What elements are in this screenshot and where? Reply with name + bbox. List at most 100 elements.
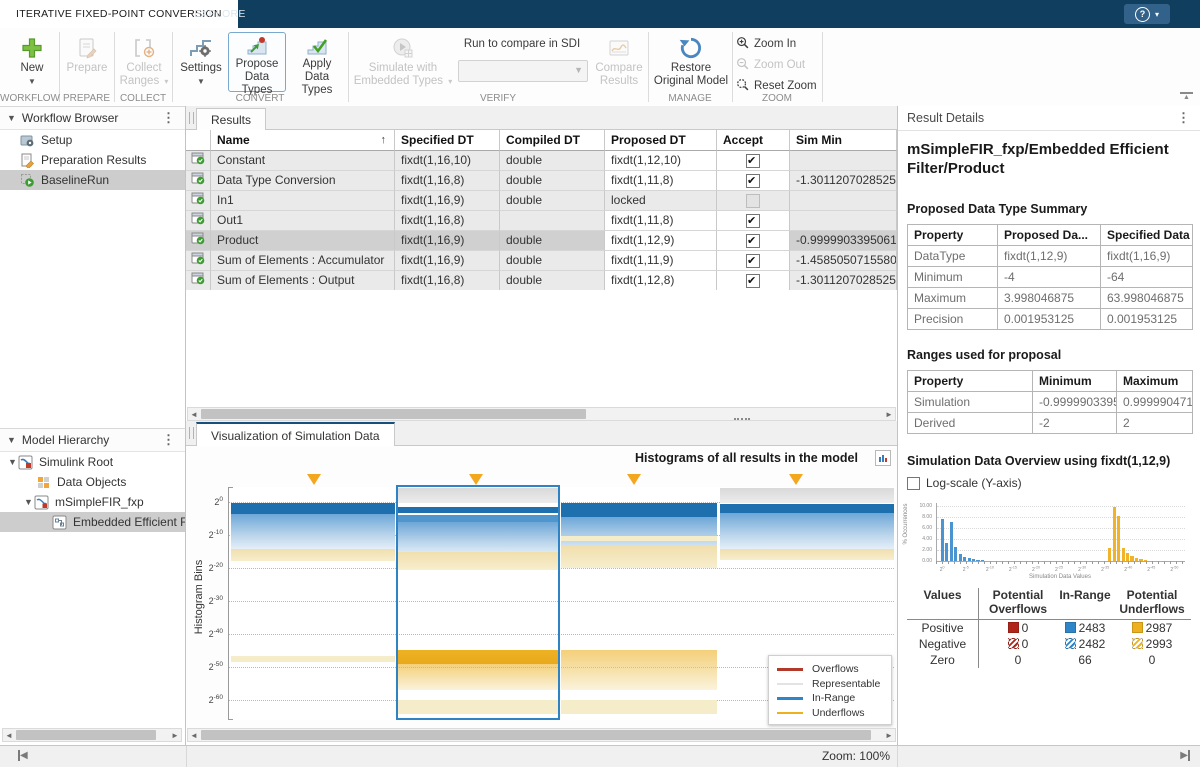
tree-label: Embedded Efficient Filter xyxy=(73,515,185,529)
table-row[interactable]: In1 fixdt(1,16,9) double locked xyxy=(186,191,897,211)
settings-button[interactable]: Settings ▼ xyxy=(176,32,226,92)
apply-data-types-button[interactable]: Apply Data Types xyxy=(288,32,346,92)
column-header-accept[interactable]: Accept xyxy=(717,130,790,151)
scroll-left-icon[interactable]: ◄ xyxy=(188,408,200,420)
propose-data-types-button[interactable]: Propose Data Types xyxy=(228,32,286,92)
column-header-compiled-dt[interactable]: Compiled DT xyxy=(500,130,605,151)
log-scale-option[interactable]: Log-scale (Y-axis) xyxy=(907,476,1022,490)
sidebar-horizontal-scrollbar[interactable]: ◄ ► xyxy=(2,728,182,742)
zoom-out-button[interactable]: Zoom Out xyxy=(736,55,820,74)
chevron-down-icon[interactable]: ▼ xyxy=(8,457,18,467)
help-button[interactable]: ? ▾ xyxy=(1124,4,1170,24)
sdi-run-combobox[interactable]: ▼ xyxy=(458,60,588,82)
accept-checkbox[interactable] xyxy=(746,214,760,228)
tab-visualization-of-simulation-data[interactable]: Visualization of Simulation Data xyxy=(196,422,395,447)
accept-checkbox[interactable] xyxy=(746,274,760,288)
table-row[interactable]: Sum of Elements : Accumulator fixdt(1,16… xyxy=(186,251,897,271)
column-header-sim-min[interactable]: Sim Min xyxy=(790,130,897,151)
collapse-left-panel-icon[interactable]: ◀ xyxy=(18,750,28,761)
gridline xyxy=(937,517,1185,518)
tab-results[interactable]: Results xyxy=(196,108,266,131)
expand-right-panel-icon[interactable]: ▶ xyxy=(1180,750,1190,761)
scroll-right-icon[interactable]: ► xyxy=(169,729,181,741)
kebab-menu-icon[interactable]: ⋮ xyxy=(162,110,175,126)
overflow-marker-triangle[interactable] xyxy=(789,474,803,485)
compare-results-button[interactable]: Compare Results xyxy=(590,32,648,92)
table-row[interactable]: Out1 fixdt(1,16,8) fixdt(1,11,8) xyxy=(186,211,897,231)
workflow-item-baselinerun[interactable]: BaselineRun xyxy=(0,170,185,190)
simulate-embedded-button[interactable]: Simulate with Embedded Types ▾ xyxy=(352,32,454,92)
scroll-right-icon[interactable]: ► xyxy=(883,408,895,420)
hierarchy-item-msimplefir-fxp[interactable]: ▼ mSimpleFIR_fxp xyxy=(0,492,185,512)
hierarchy-item-embedded-efficient-filter[interactable]: Embedded Efficient Filter xyxy=(0,512,185,532)
scroll-left-icon[interactable]: ◄ xyxy=(3,729,15,741)
tab-explore[interactable]: EXPLORE xyxy=(178,0,262,28)
chevron-down-icon[interactable]: ▼ xyxy=(24,497,34,507)
ribbon-group-label-manage: MANAGE xyxy=(648,93,732,104)
chevron-down-icon[interactable]: ▼ xyxy=(7,113,16,123)
selected-histogram-region[interactable] xyxy=(396,485,560,720)
restore-original-model-button[interactable]: Restore Original Model xyxy=(652,32,730,92)
chevron-down-icon[interactable]: ▼ xyxy=(7,435,16,445)
in-range-swatch-icon xyxy=(1065,622,1076,633)
workflow-item-preparation-results[interactable]: Preparation Results xyxy=(0,150,185,170)
results-horizontal-scrollbar[interactable]: ◄ ► xyxy=(187,407,896,421)
accept-checkbox[interactable] xyxy=(746,234,760,248)
hierarchy-item-simulink-root[interactable]: ▼ Simulink Root xyxy=(0,452,185,472)
y-tick-label: 6.00 xyxy=(922,525,932,531)
y-tick-label: 8.00 xyxy=(922,514,932,520)
scrollbar-thumb[interactable] xyxy=(201,730,871,740)
visualization-horizontal-scrollbar[interactable]: ◄ ► xyxy=(187,728,896,742)
values-row-label: Negative xyxy=(907,636,979,652)
values-header: Potential Underflows xyxy=(1113,588,1191,620)
collect-ranges-button[interactable]: Collect Ranges ▾ xyxy=(118,32,170,92)
collect-ranges-icon xyxy=(132,34,156,62)
zoom-in-button[interactable]: Zoom In xyxy=(736,34,820,53)
column-header-proposed-dt[interactable]: Proposed DT xyxy=(605,130,717,151)
y-tick-label: 10.00 xyxy=(919,503,932,509)
histogram-band-inrange-dark xyxy=(720,504,894,513)
accept-checkbox[interactable] xyxy=(746,254,760,268)
table-row-selected[interactable]: Product fixdt(1,16,9) double fixdt(1,12,… xyxy=(186,231,897,251)
histogram-group-1[interactable] xyxy=(231,487,395,720)
workflow-browser-header[interactable]: ▼ Workflow Browser ⋮ xyxy=(0,106,185,130)
tab-grip-icon[interactable] xyxy=(189,427,194,439)
table-row[interactable]: Sum of Elements : Output fixdt(1,16,8) d… xyxy=(186,271,897,291)
scrollbar-thumb[interactable] xyxy=(16,730,156,740)
scrollbar-thumb[interactable] xyxy=(201,409,586,419)
tab-grip-icon[interactable] xyxy=(189,112,194,124)
table-cell: Maximum xyxy=(908,288,998,309)
accept-checkbox[interactable] xyxy=(746,154,760,168)
scroll-right-icon[interactable]: ► xyxy=(883,729,895,741)
legend-label: Representable xyxy=(812,678,880,690)
hierarchy-item-data-objects[interactable]: Data Objects xyxy=(0,472,185,492)
log-scale-label: Log-scale (Y-axis) xyxy=(926,476,1022,490)
log-scale-checkbox[interactable] xyxy=(907,477,920,490)
table-row[interactable]: Data Type Conversion fixdt(1,16,8) doubl… xyxy=(186,171,897,191)
column-header-name[interactable]: Name↑ xyxy=(211,130,395,151)
column-header-specified-dt[interactable]: Specified DT xyxy=(395,130,500,151)
workflow-item-setup[interactable]: Setup xyxy=(0,130,185,150)
kebab-menu-icon[interactable]: ⋮ xyxy=(162,432,175,448)
run-to-compare-label: Run to compare in SDI xyxy=(452,38,592,50)
new-button[interactable]: New ▼ xyxy=(8,32,56,92)
y-tick-label: 2-50 xyxy=(209,661,223,672)
overflow-marker-triangle[interactable] xyxy=(627,474,641,485)
kebab-menu-icon[interactable]: ⋮ xyxy=(1177,110,1190,126)
histogram-group-3[interactable] xyxy=(561,487,717,720)
y-tick-label: 2-20 xyxy=(209,562,223,573)
collapse-ribbon-icon[interactable]: ▲ xyxy=(1180,92,1193,103)
negative-underflows: 2993 xyxy=(1113,636,1191,652)
prepare-button[interactable]: Prepare xyxy=(62,32,112,92)
accept-checkbox[interactable] xyxy=(746,174,760,188)
restore-original-model-icon xyxy=(678,34,704,62)
table-row[interactable]: Constant fixdt(1,16,10) double fixdt(1,1… xyxy=(186,151,897,171)
model-hierarchy-header[interactable]: ▼ Model Hierarchy ⋮ xyxy=(0,428,185,452)
scroll-left-icon[interactable]: ◄ xyxy=(188,729,200,741)
simulation-data-overview-chart[interactable] xyxy=(936,503,1185,562)
overflow-marker-triangle[interactable] xyxy=(469,474,483,485)
splitter-handle[interactable] xyxy=(734,418,750,423)
overflow-marker-triangle[interactable] xyxy=(307,474,321,485)
chart-options-icon[interactable] xyxy=(875,450,891,466)
gridline xyxy=(937,539,1185,540)
